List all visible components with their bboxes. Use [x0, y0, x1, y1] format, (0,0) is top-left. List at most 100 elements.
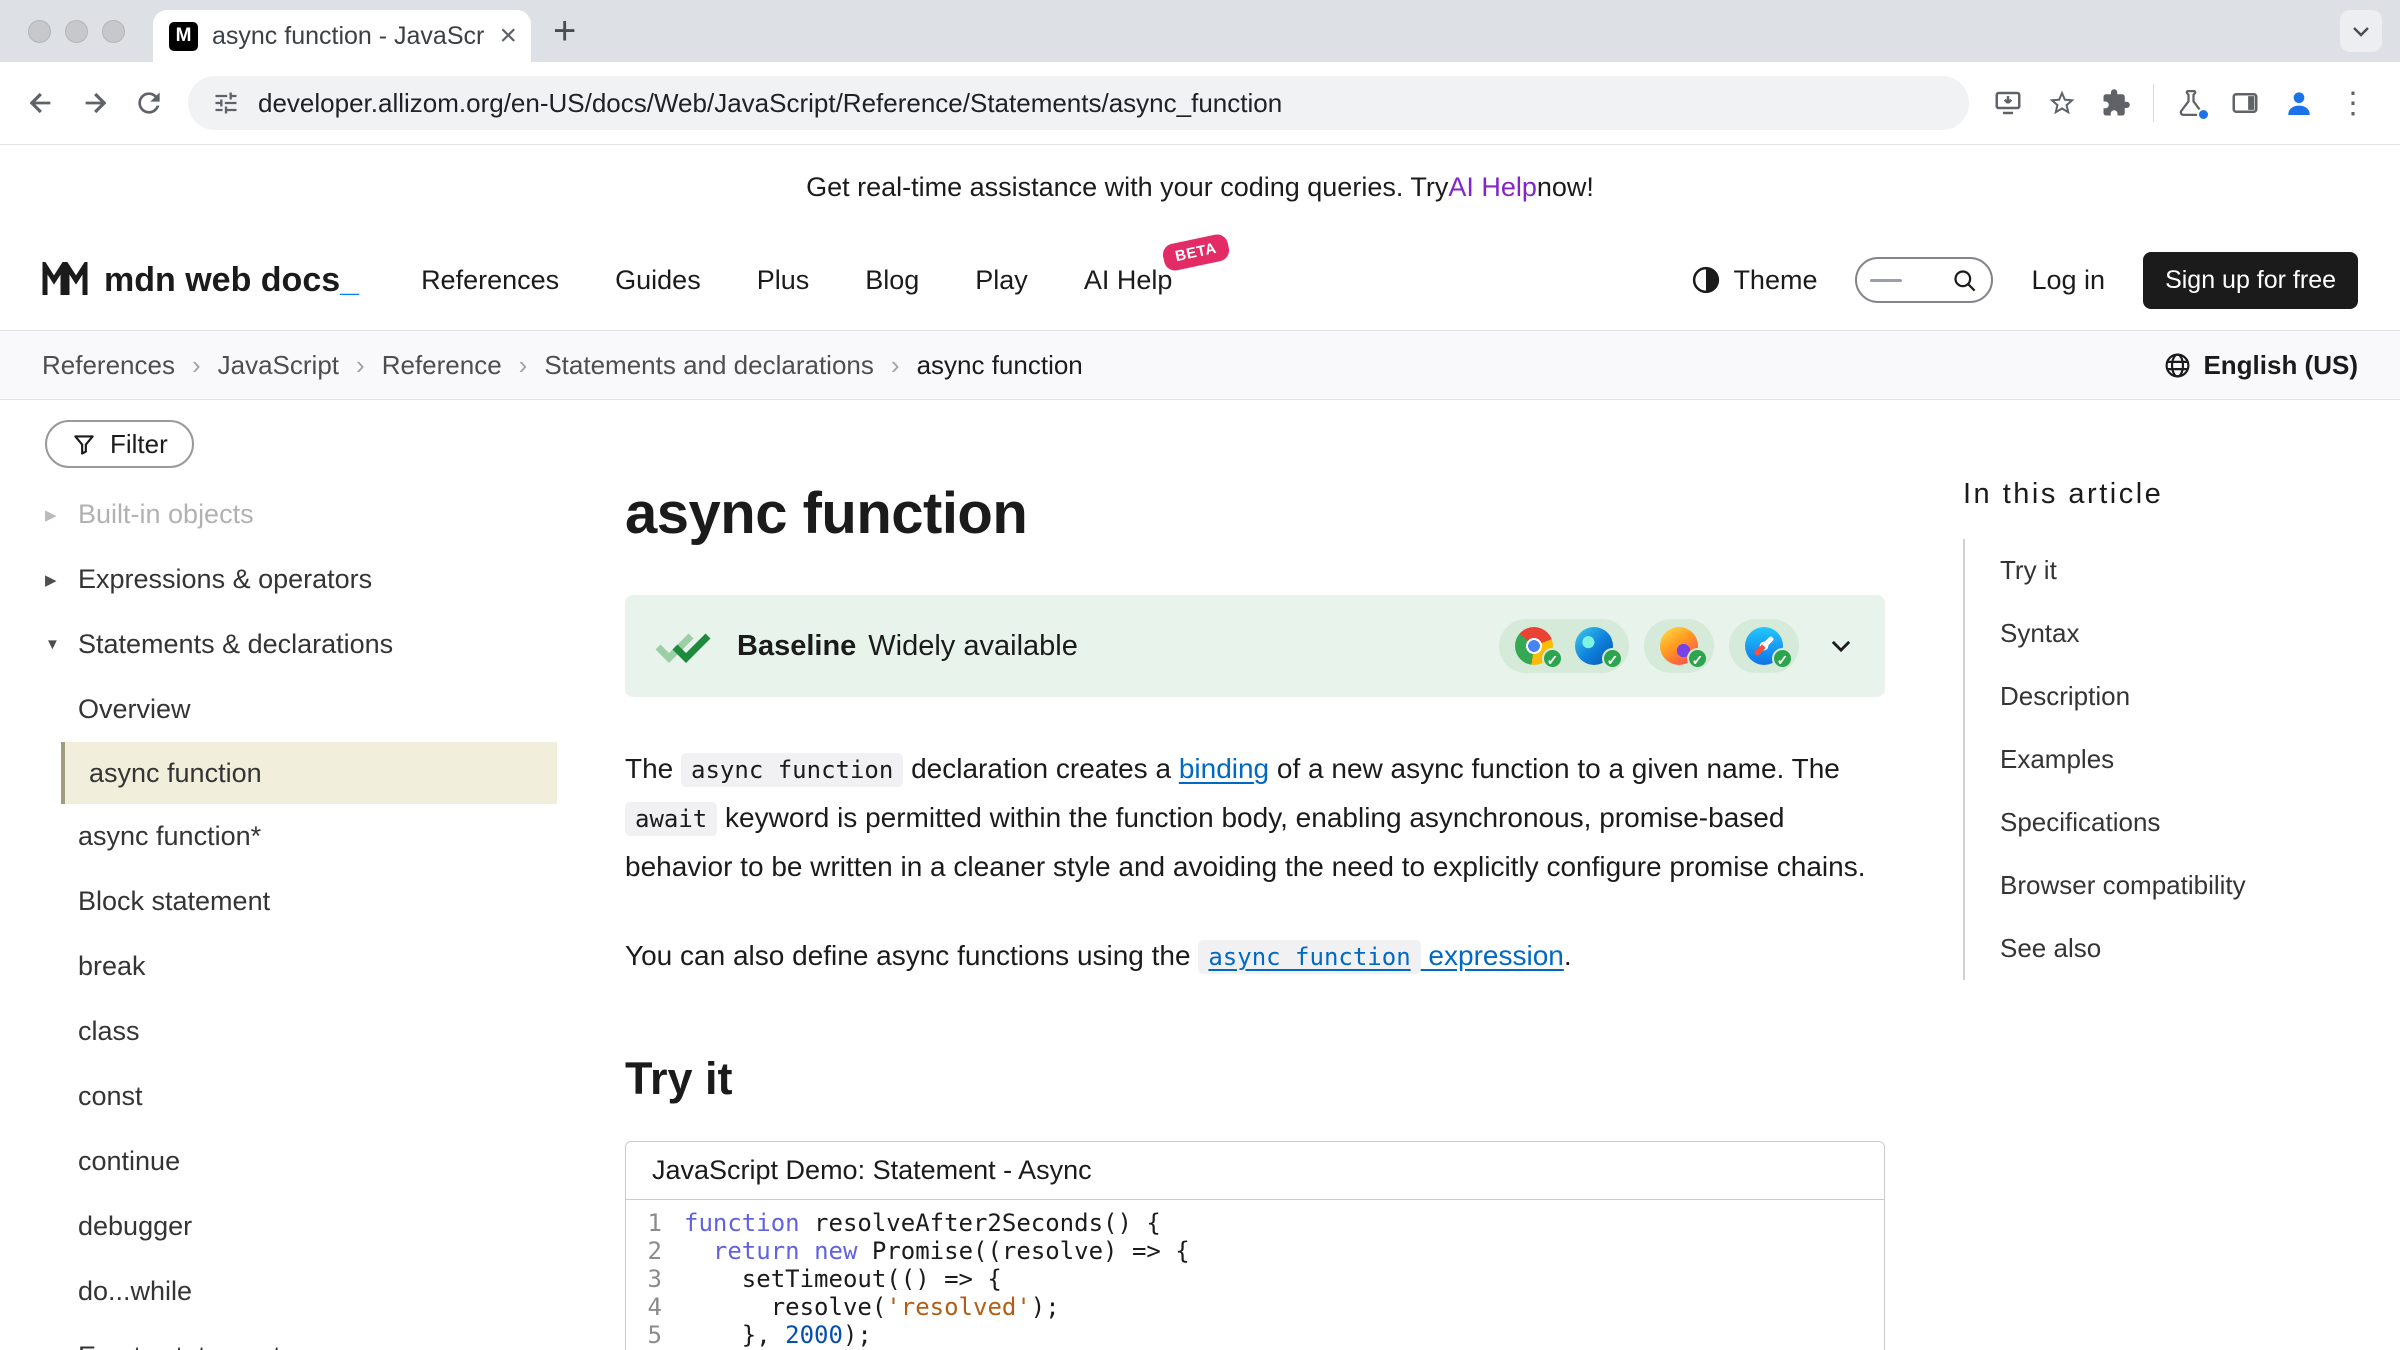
- browser-menu-button[interactable]: ⋮: [2326, 76, 2380, 130]
- labs-notification-dot: [2197, 108, 2210, 121]
- code-line: 1function resolveAfter2Seconds() {: [642, 1209, 1884, 1237]
- sidebar-item[interactable]: async function*: [45, 804, 557, 869]
- search-icon[interactable]: [1951, 267, 1978, 294]
- code-token: },: [684, 1321, 785, 1349]
- sidebar-item[interactable]: break: [45, 934, 557, 999]
- sidebar-item-label: async function*: [78, 821, 261, 852]
- search-input[interactable]: [1855, 257, 1993, 303]
- sidebar-item[interactable]: ▼Statements & declarations: [45, 612, 557, 677]
- labs-button[interactable]: [2164, 76, 2218, 130]
- edge-browser-icon: ✓: [1575, 627, 1613, 665]
- window-controls: [28, 20, 125, 43]
- baseline-expand-chevron[interactable]: [1827, 632, 1855, 660]
- back-arrow-icon: [25, 87, 57, 119]
- toc-link[interactable]: Browser compatibility: [2000, 854, 2370, 917]
- promo-banner: Get real-time assistance with your codin…: [0, 145, 2400, 230]
- tab-strip: M async function - JavaScript | × +: [0, 0, 2400, 62]
- browser-chip: ✓: [1644, 619, 1714, 673]
- demo-title: JavaScript Demo: Statement - Async: [626, 1142, 1884, 1200]
- minimize-window-button[interactable]: [65, 20, 88, 43]
- sidebar-item[interactable]: Empty statement: [45, 1324, 557, 1350]
- safari-browser-icon: ✓: [1745, 627, 1783, 665]
- sidebar: Filter ▶Built-in objects▶Expressions & o…: [0, 400, 585, 1350]
- inline-link[interactable]: expression: [1421, 940, 1564, 971]
- code-line: 4 resolve('resolved');: [642, 1293, 1884, 1321]
- tab-list-chevron-icon[interactable]: [2340, 10, 2382, 52]
- site-settings-icon[interactable]: [212, 89, 240, 117]
- ai-help-link[interactable]: AI Help: [1448, 172, 1537, 203]
- breadcrumb-separator-icon: ›: [356, 350, 365, 381]
- nav-item-ai-help[interactable]: AI HelpBETA: [1084, 265, 1173, 296]
- browser-tab[interactable]: M async function - JavaScript | ×: [153, 10, 531, 62]
- browser-chip: ✓✓: [1499, 619, 1629, 673]
- toc-link[interactable]: Specifications: [2000, 791, 2370, 854]
- mdn-logo[interactable]: mdn web docs_: [42, 261, 359, 300]
- mdn-logo-mark-icon: [42, 262, 88, 298]
- sidebar-item[interactable]: continue: [45, 1129, 557, 1194]
- toc-link[interactable]: Syntax: [2000, 602, 2370, 665]
- sidebar-item[interactable]: Block statement: [45, 869, 557, 934]
- back-button[interactable]: [14, 76, 68, 130]
- beta-badge: BETA: [1161, 232, 1231, 272]
- forward-button[interactable]: [68, 76, 122, 130]
- breadcrumb-link[interactable]: References: [42, 350, 175, 381]
- chrome-browser-icon: ✓: [1515, 627, 1553, 665]
- filter-button[interactable]: Filter: [45, 420, 194, 468]
- sidebar-item[interactable]: ▶Built-in objects: [45, 482, 557, 547]
- support-check-icon: ✓: [1542, 648, 1563, 669]
- sidebar-item[interactable]: ▶Expressions & operators: [45, 547, 557, 612]
- code-text: }, 2000);: [684, 1321, 872, 1349]
- support-check-icon: ✓: [1602, 648, 1623, 669]
- line-number: 4: [642, 1293, 684, 1321]
- login-link[interactable]: Log in: [2031, 265, 2105, 296]
- sidebar-item[interactable]: Overview: [45, 677, 557, 742]
- nav-item-play[interactable]: Play: [975, 265, 1028, 296]
- sidebar-item[interactable]: do...while: [45, 1259, 557, 1324]
- code-line: 5 }, 2000);: [642, 1321, 1884, 1349]
- chevron-down-icon: [1827, 632, 1855, 660]
- theme-toggle[interactable]: Theme: [1691, 265, 1817, 296]
- code-token: [800, 1237, 814, 1265]
- breadcrumb-link[interactable]: JavaScript: [218, 350, 339, 381]
- breadcrumb-link[interactable]: Statements and declarations: [544, 350, 874, 381]
- profile-button[interactable]: [2272, 76, 2326, 130]
- sidebar-item[interactable]: debugger: [45, 1194, 557, 1259]
- close-window-button[interactable]: [28, 20, 51, 43]
- language-switcher[interactable]: English (US): [2163, 350, 2358, 381]
- signup-button[interactable]: Sign up for free: [2143, 252, 2358, 309]
- new-tab-button[interactable]: +: [553, 11, 576, 51]
- nav-item-guides[interactable]: Guides: [615, 265, 701, 296]
- sidebar-item[interactable]: class: [45, 999, 557, 1064]
- baseline-availability: Widely available: [868, 630, 1078, 663]
- toc-link[interactable]: Try it: [2000, 539, 2370, 602]
- inline-link[interactable]: binding: [1179, 753, 1269, 784]
- bookmark-button[interactable]: [2035, 76, 2089, 130]
- forward-arrow-icon: [79, 87, 111, 119]
- nav-item-references[interactable]: References: [421, 265, 559, 296]
- breadcrumb-link[interactable]: async function: [917, 350, 1083, 381]
- install-app-button[interactable]: [1981, 76, 2035, 130]
- tab-close-icon[interactable]: ×: [499, 21, 517, 51]
- code-token: setTimeout(() => {: [684, 1265, 1002, 1293]
- baseline-banner[interactable]: Baseline Widely available ✓✓✓✓: [625, 595, 1885, 697]
- nav-item-plus[interactable]: Plus: [757, 265, 810, 296]
- mdn-favicon: M: [169, 22, 198, 51]
- toc-list: Try itSyntaxDescriptionExamplesSpecifica…: [1963, 539, 2370, 980]
- sidebar-item[interactable]: async function: [61, 742, 557, 804]
- side-panel-button[interactable]: [2218, 76, 2272, 130]
- breadcrumb-link[interactable]: Reference: [382, 350, 502, 381]
- breadcrumb-separator-icon: ›: [519, 350, 528, 381]
- nav-item-blog[interactable]: Blog: [865, 265, 919, 296]
- toc-link[interactable]: Examples: [2000, 728, 2370, 791]
- extensions-button[interactable]: [2089, 76, 2143, 130]
- url-bar[interactable]: developer.allizom.org/en-US/docs/Web/Jav…: [188, 76, 1969, 130]
- sidebar-item-label: async function: [89, 758, 262, 789]
- reload-button[interactable]: [122, 76, 176, 130]
- toc-link[interactable]: Description: [2000, 665, 2370, 728]
- code-editor[interactable]: 1function resolveAfter2Seconds() {2 retu…: [626, 1200, 1884, 1350]
- sidebar-item[interactable]: const: [45, 1064, 557, 1129]
- code-token: resolveAfter2Seconds() {: [800, 1209, 1161, 1237]
- toc-link[interactable]: See also: [2000, 917, 2370, 980]
- zoom-window-button[interactable]: [102, 20, 125, 43]
- inline-link[interactable]: async function: [1198, 940, 1420, 974]
